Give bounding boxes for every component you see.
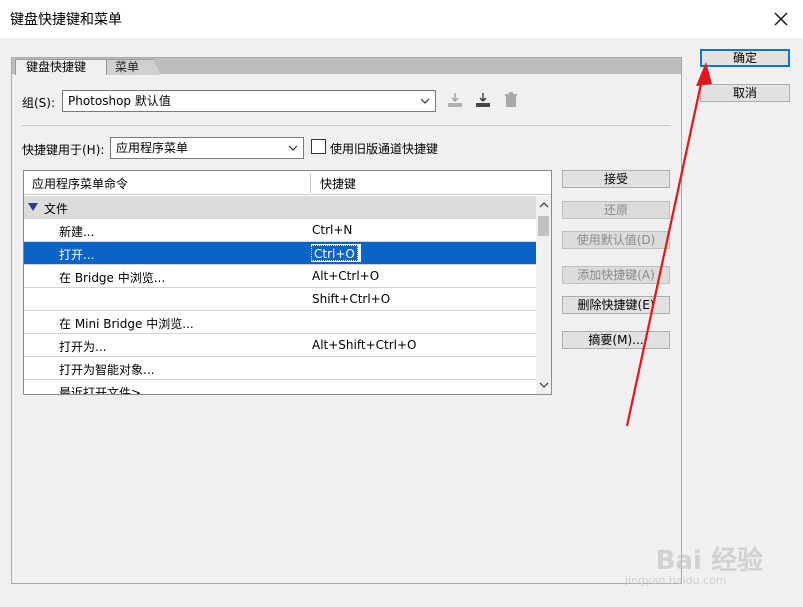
table-row[interactable]: 新建... Ctrl+N — [24, 219, 536, 242]
header-command[interactable]: 应用程序菜单命令 — [32, 175, 128, 192]
save-set-button[interactable] — [446, 91, 464, 109]
tab-menus[interactable]: 菜单 — [106, 59, 161, 75]
tab-strip: 键盘快捷键 菜单 — [12, 58, 681, 75]
chevron-down-icon — [420, 98, 430, 104]
group-select[interactable]: Photoshop 默认值 — [62, 90, 436, 112]
scroll-thumb[interactable] — [538, 216, 549, 236]
cancel-button[interactable]: 取消 — [700, 84, 790, 102]
command-cell: 在 Bridge 中浏览... — [59, 271, 166, 285]
table-row[interactable]: 打开为... Alt+Shift+Ctrl+O — [24, 334, 536, 357]
scroll-down-icon — [539, 382, 549, 388]
shortcuts-table: 应用程序菜单命令 快捷键 文件新建... Ctrl+N 打开... Ctrl+O 在 B… — [23, 170, 552, 395]
title-bar: 键盘快捷键和菜单 — [0, 0, 803, 38]
tab-keyboard-shortcuts[interactable]: 键盘快捷键 — [15, 59, 107, 75]
save-as-icon — [476, 93, 490, 107]
save-icon — [448, 93, 462, 107]
shortcuts-for-label: 快捷键用于(H): — [22, 143, 105, 157]
table-row[interactable]: 在 Bridge 中浏览... Alt+Ctrl+O — [24, 265, 536, 288]
ok-button[interactable]: 确定 — [700, 49, 790, 67]
command-cell: 新建... — [59, 225, 95, 239]
command-cell: 在 Mini Bridge 中浏览... — [59, 317, 194, 331]
command-cell: 打开... — [59, 248, 95, 262]
separator — [22, 125, 671, 126]
group-select-value: Photoshop 默认值 — [68, 94, 171, 108]
shortcuts-panel: 键盘快捷键 菜单 组(S): Photoshop 默认值 快捷键用于(H): 应… — [11, 57, 682, 584]
table-body: 文件新建... Ctrl+N 打开... Ctrl+O 在 Bridge 中浏览... A… — [24, 196, 536, 395]
close-button[interactable] — [768, 6, 794, 32]
delete-set-button[interactable] — [502, 91, 520, 109]
undo-button[interactable]: 还原 — [562, 201, 670, 219]
legacy-channel-checkbox[interactable] — [311, 139, 326, 154]
command-cell: 打开为智能对象... — [59, 363, 155, 377]
command-cell: 文件 — [44, 202, 69, 216]
collapse-triangle-icon[interactable] — [28, 203, 38, 211]
add-shortcut-button[interactable]: 添加快捷键(A) — [562, 266, 670, 284]
table-row[interactable]: 打开... Ctrl+O — [24, 242, 536, 265]
shortcut-edit-field[interactable]: Ctrl+O — [311, 244, 361, 262]
shortcut-cell: Shift+Ctrl+O — [312, 292, 391, 306]
shortcut-cell: Ctrl+N — [312, 223, 353, 237]
table-header: 应用程序菜单命令 快捷键 — [24, 171, 551, 195]
use-default-button[interactable]: 使用默认值(D) — [562, 231, 670, 249]
group-label: 组(S): — [22, 96, 56, 110]
scroll-up-icon — [539, 202, 549, 208]
shortcuts-for-value: 应用程序菜单 — [116, 141, 189, 155]
delete-shortcut-button[interactable]: 删除快捷键(E) — [562, 296, 670, 314]
accept-button[interactable]: 接受 — [562, 170, 670, 188]
command-cell: 最近打开文件> — [59, 386, 142, 395]
legacy-channel-label: 使用旧版通道快捷键 — [330, 142, 439, 156]
shortcut-edit-value: Ctrl+O — [311, 245, 358, 261]
table-row[interactable]: 最近打开文件> — [24, 380, 536, 395]
watermark-url: jingyan.baidu.com — [625, 574, 727, 587]
shortcut-cell: Alt+Shift+Ctrl+O — [312, 338, 417, 352]
summarize-button[interactable]: 摘要(M)... — [562, 331, 670, 349]
table-scrollbar[interactable] — [536, 196, 551, 394]
watermark-logo: Bai 经验 — [655, 546, 763, 576]
column-divider[interactable] — [310, 173, 311, 193]
table-row[interactable]: Shift+Ctrl+O — [24, 288, 536, 311]
trash-icon — [505, 92, 517, 107]
save-set-as-button[interactable] — [474, 91, 492, 109]
shortcut-cell: Alt+Ctrl+O — [312, 269, 380, 283]
table-row[interactable]: 打开为智能对象... — [24, 357, 536, 380]
table-row[interactable]: 在 Mini Bridge 中浏览... — [24, 311, 536, 334]
window-title: 键盘快捷键和菜单 — [10, 12, 122, 28]
chevron-down-icon — [288, 145, 298, 151]
command-cell: 打开为... — [59, 340, 107, 354]
header-shortcut[interactable]: 快捷键 — [320, 175, 356, 192]
shortcuts-for-select[interactable]: 应用程序菜单 — [110, 137, 304, 159]
close-icon — [774, 12, 788, 26]
table-group-row[interactable]: 文件 — [24, 196, 536, 219]
